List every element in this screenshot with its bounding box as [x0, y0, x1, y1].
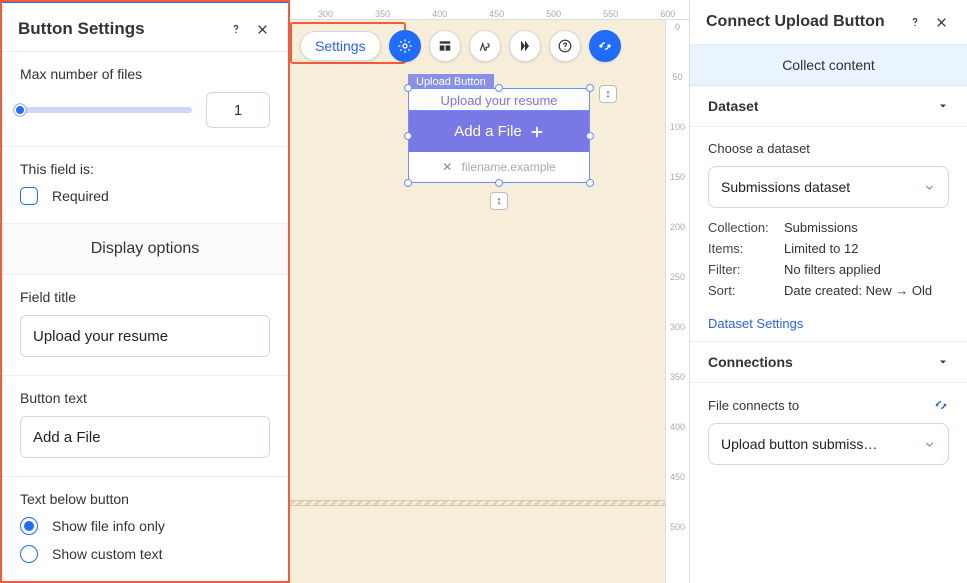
- dataset-body: Choose a dataset Submissions dataset Col…: [690, 127, 967, 341]
- widget-title: Upload your resume: [409, 89, 589, 111]
- stretch-icon[interactable]: ↕: [490, 192, 508, 210]
- widget-filename: filename.example: [462, 160, 556, 174]
- close-icon[interactable]: [252, 19, 272, 39]
- kv-val: Limited to 12: [784, 241, 858, 256]
- kv-val: No filters applied: [784, 262, 881, 277]
- radio-show-custom-label: Show custom text: [52, 546, 163, 562]
- max-files-section: Max number of files 1: [2, 52, 288, 147]
- panel-header: Button Settings: [2, 7, 288, 52]
- dataset-acc-label: Dataset: [708, 98, 759, 114]
- chevron-down-icon: [937, 356, 949, 368]
- add-file-button[interactable]: Add a File: [409, 111, 589, 152]
- choose-dataset-label: Choose a dataset: [708, 141, 949, 156]
- selection-handle[interactable]: [495, 179, 503, 187]
- max-files-label: Max number of files: [20, 66, 270, 82]
- kv-key: Items:: [708, 241, 780, 256]
- selection-handle[interactable]: [404, 132, 412, 140]
- connect-panel-title: Connect Upload Button: [706, 13, 899, 31]
- button-text-input[interactable]: Add a File: [20, 416, 270, 458]
- file-connects-value: Upload button submiss…: [721, 436, 877, 452]
- editor-canvas[interactable]: 300350400450500550600650 050100150200250…: [290, 0, 689, 583]
- text-below-label: Text below button: [20, 491, 270, 507]
- section-divider[interactable]: [290, 500, 665, 506]
- horizontal-ruler: 300350400450500550600650: [290, 0, 689, 20]
- stretch-icon[interactable]: ↕: [599, 85, 617, 103]
- selection-handle[interactable]: [586, 84, 594, 92]
- selection-handle[interactable]: [404, 179, 412, 187]
- remove-file-icon[interactable]: ✕: [442, 160, 452, 174]
- design-icon[interactable]: [469, 30, 501, 62]
- required-section: This field is: Required: [2, 147, 288, 224]
- connect-panel-header: Connect Upload Button: [690, 0, 967, 45]
- vertical-ruler: 050100150200250300350400450500: [665, 20, 689, 583]
- plus-icon: [530, 125, 544, 139]
- dataset-accordion[interactable]: Dataset: [690, 86, 967, 127]
- disconnect-icon[interactable]: [933, 397, 949, 413]
- add-file-label: Add a File: [454, 123, 522, 140]
- panel-title: Button Settings: [18, 19, 220, 39]
- required-label: Required: [52, 188, 109, 204]
- field-title-input[interactable]: Upload your resume: [20, 315, 270, 357]
- connect-panel: Connect Upload Button Collect content Da…: [689, 0, 967, 583]
- kv-key: Sort:: [708, 283, 780, 298]
- connections-acc-label: Connections: [708, 354, 793, 370]
- collect-content-tab[interactable]: Collect content: [690, 45, 967, 86]
- text-below-section: Text below button Show file info only Sh…: [2, 477, 288, 581]
- gear-icon[interactable]: [389, 30, 421, 62]
- this-field-is-label: This field is:: [20, 161, 270, 177]
- help-icon[interactable]: [905, 12, 925, 32]
- help-circle-icon[interactable]: [549, 30, 581, 62]
- file-connects-label: File connects to: [708, 398, 799, 413]
- max-files-slider[interactable]: [20, 107, 192, 113]
- help-icon[interactable]: [226, 19, 246, 39]
- animation-icon[interactable]: [509, 30, 541, 62]
- upload-button-widget[interactable]: ↕ ↕ Upload your resume Add a File ✕ file…: [408, 88, 590, 183]
- slider-thumb[interactable]: [14, 104, 26, 116]
- dataset-select-value: Submissions dataset: [721, 179, 850, 195]
- layout-icon[interactable]: [429, 30, 461, 62]
- button-settings-panel: Button Settings Max number of files 1 Th…: [0, 0, 290, 583]
- close-icon[interactable]: [931, 12, 951, 32]
- panel-top-strip: [2, 2, 288, 3]
- button-text-label: Button text: [20, 390, 270, 406]
- field-title-section: Field title Upload your resume: [2, 275, 288, 376]
- button-text-section: Button text Add a File: [2, 376, 288, 477]
- required-checkbox[interactable]: [20, 187, 38, 205]
- selection-handle[interactable]: [404, 84, 412, 92]
- chevron-down-icon: [923, 438, 936, 451]
- kv-val: Submissions: [784, 220, 858, 235]
- selection-handle[interactable]: [495, 84, 503, 92]
- kv-val: Date created: New → Old: [784, 283, 932, 298]
- radio-show-custom-text[interactable]: [20, 545, 38, 563]
- chevron-down-icon: [923, 181, 936, 194]
- toolbar-settings-button[interactable]: Settings: [300, 31, 381, 61]
- max-files-value[interactable]: 1: [206, 92, 270, 128]
- display-options-header: Display options: [2, 224, 288, 275]
- widget-filename-row: ✕ filename.example: [409, 152, 589, 182]
- connections-accordion[interactable]: Connections: [690, 341, 967, 383]
- connect-data-icon[interactable]: [589, 30, 621, 62]
- radio-show-file-info[interactable]: [20, 517, 38, 535]
- chevron-down-icon: [937, 100, 949, 112]
- kv-key: Collection:: [708, 220, 780, 235]
- dataset-select[interactable]: Submissions dataset: [708, 166, 949, 208]
- selection-handle[interactable]: [586, 179, 594, 187]
- file-connects-select[interactable]: Upload button submiss…: [708, 423, 949, 465]
- connections-body: File connects to Upload button submiss…: [690, 383, 967, 483]
- floating-toolbar: Settings: [296, 26, 625, 66]
- radio-show-file-label: Show file info only: [52, 518, 165, 534]
- selection-handle[interactable]: [586, 132, 594, 140]
- field-title-label: Field title: [20, 289, 270, 305]
- dataset-settings-link[interactable]: Dataset Settings: [708, 316, 803, 331]
- kv-key: Filter:: [708, 262, 780, 277]
